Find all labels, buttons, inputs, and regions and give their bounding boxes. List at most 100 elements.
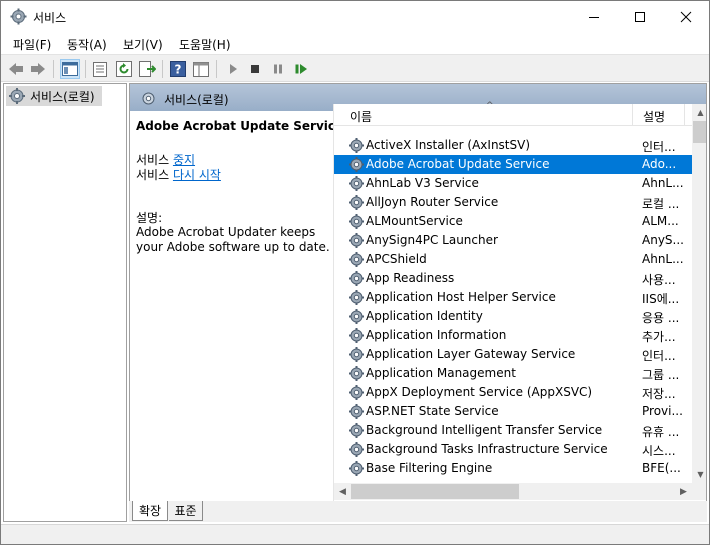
menu-view[interactable]: 보기(V)	[123, 36, 163, 53]
scroll-down-icon[interactable]: ▼	[692, 466, 706, 483]
mmc-pane-button[interactable]	[191, 59, 211, 79]
table-row[interactable]: Background Intelligent Transfer Service 유…	[334, 421, 692, 440]
table-row[interactable]: AhnLab V3 Service AhnL...	[334, 174, 692, 193]
close-button[interactable]	[663, 1, 709, 32]
menu-bar: 파일(F) 동작(A) 보기(V) 도움말(H)	[1, 33, 709, 54]
services-window: 서비스 파일(F) 동작(A) 보기(V) 도움말(H) ? 서비스(로컬) 서…	[0, 0, 710, 545]
forward-button[interactable]	[28, 59, 48, 79]
column-divider[interactable]	[684, 104, 685, 126]
service-gear-icon	[349, 328, 364, 343]
restart-service-button[interactable]	[291, 59, 311, 79]
service-description: Ado...	[642, 157, 677, 171]
service-description: IIS에...	[642, 292, 680, 306]
table-row[interactable]: APCShield AhnL...	[334, 250, 692, 269]
service-description: 유휴 ...	[642, 425, 680, 439]
tree-item-services-local[interactable]: 서비스(로컬)	[6, 86, 102, 106]
stop-icon	[251, 65, 259, 73]
tab-extended[interactable]: 확장	[132, 501, 168, 521]
toolbar-separator	[162, 60, 163, 78]
refresh-icon	[116, 61, 132, 77]
restart-service-prefix: 서비스	[136, 168, 173, 182]
pause-service-button[interactable]	[268, 59, 288, 79]
tab-standard[interactable]: 표준	[169, 501, 203, 521]
vertical-scroll-thumb[interactable]	[693, 121, 706, 143]
service-name: Base Filtering Engine	[366, 461, 493, 475]
table-row[interactable]: Application Layer Gateway Service 인터...	[334, 345, 692, 364]
refresh-button[interactable]	[114, 59, 134, 79]
table-row[interactable]: ALMountService ALM...	[334, 212, 692, 231]
maximize-button[interactable]	[617, 1, 663, 32]
service-gear-icon	[349, 404, 364, 419]
minimize-button[interactable]	[571, 1, 617, 32]
service-description: 저장...	[642, 387, 676, 401]
service-name: App Readiness	[366, 271, 455, 285]
scroll-right-icon[interactable]: ▶	[675, 483, 692, 500]
back-button[interactable]	[6, 59, 26, 79]
table-row[interactable]: ASP.NET State Service Provi...	[334, 402, 692, 421]
console-tree: 서비스(로컬)	[3, 83, 127, 522]
show-console-tree-button[interactable]	[60, 59, 80, 79]
stop-service-button[interactable]	[245, 59, 265, 79]
services-list: ^ 이름 설명 ActiveX Installer (AxInstSV) 인터..…	[333, 101, 706, 503]
toolbar-separator	[85, 60, 86, 78]
table-row[interactable]: Application Information 추가...	[334, 326, 692, 345]
service-description: 시스...	[642, 444, 676, 458]
service-detail-panel: Adobe Acrobat Update Service 서비스 중지 서비스 …	[130, 111, 343, 503]
horizontal-scrollbar[interactable]: ◀ ▶	[334, 483, 692, 500]
service-name: Background Intelligent Transfer Service	[366, 423, 603, 437]
table-row[interactable]: Application Host Helper Service IIS에...	[334, 288, 692, 307]
view-tabs: 확장 표준	[129, 501, 707, 522]
start-service-button[interactable]	[223, 59, 243, 79]
menu-file[interactable]: 파일(F)	[13, 36, 51, 53]
restart-service-link[interactable]: 다시 시작	[173, 168, 221, 182]
horizontal-scroll-thumb[interactable]	[351, 484, 519, 499]
service-gear-icon	[349, 138, 364, 153]
service-name: ALMountService	[366, 214, 463, 228]
table-row[interactable]: ActiveX Installer (AxInstSV) 인터...	[334, 136, 692, 155]
restart-icon	[295, 64, 307, 74]
services-content-pane: 서비스(로컬) Adobe Acrobat Update Service 서비스…	[129, 83, 707, 522]
service-description: 추가...	[642, 330, 676, 344]
service-gear-icon	[349, 214, 364, 229]
help-button[interactable]: ?	[168, 59, 188, 79]
maximize-icon	[635, 11, 645, 22]
pause-icon	[274, 64, 282, 74]
table-row[interactable]: Adobe Acrobat Update Service Ado...	[334, 155, 692, 174]
service-gear-icon	[349, 290, 364, 305]
service-gear-icon	[349, 366, 364, 381]
service-name: ASP.NET State Service	[366, 404, 499, 418]
table-row[interactable]: Background Tasks Infrastructure Service 시…	[334, 440, 692, 459]
vertical-scrollbar[interactable]: ▲ ▼	[692, 104, 706, 483]
service-name: APCShield	[366, 252, 427, 266]
column-header-name[interactable]: 이름	[350, 108, 372, 125]
service-description: AhnL...	[642, 252, 684, 266]
stop-service-link[interactable]: 중지	[173, 153, 195, 167]
service-name: AllJoyn Router Service	[366, 195, 499, 209]
tree-item-label: 서비스(로컬)	[30, 89, 95, 104]
status-bar	[1, 524, 709, 544]
table-row[interactable]: Base Filtering Engine BFE(...	[334, 459, 692, 478]
service-description: AnyS...	[642, 233, 684, 247]
table-row[interactable]: App Readiness 사용...	[334, 269, 692, 288]
menu-action[interactable]: 동작(A)	[67, 36, 107, 53]
service-name: AppX Deployment Service (AppXSVC)	[366, 385, 593, 399]
back-arrow-icon	[9, 63, 23, 75]
menu-help[interactable]: 도움말(H)	[179, 36, 231, 53]
minimize-icon	[589, 16, 599, 18]
column-divider[interactable]	[632, 104, 633, 126]
export-list-button[interactable]	[137, 59, 157, 79]
table-row[interactable]: Application Management 그룹 ...	[334, 364, 692, 383]
scroll-left-icon[interactable]: ◀	[334, 483, 351, 500]
column-header-description[interactable]: 설명	[643, 108, 665, 125]
table-row[interactable]: AnySign4PC Launcher AnyS...	[334, 231, 692, 250]
properties-button[interactable]	[90, 59, 110, 79]
service-name: Application Layer Gateway Service	[366, 347, 576, 361]
table-row[interactable]: Application Identity 응용 ...	[334, 307, 692, 326]
table-row[interactable]: AppX Deployment Service (AppXSVC) 저장...	[334, 383, 692, 402]
service-gear-icon	[349, 233, 364, 248]
scroll-up-icon[interactable]: ▲	[692, 104, 706, 121]
table-row[interactable]: AllJoyn Router Service 로컬 ...	[334, 193, 692, 212]
title-bar: 서비스	[1, 1, 709, 33]
services-gear-icon	[10, 8, 27, 25]
service-description: 인터...	[642, 349, 676, 363]
